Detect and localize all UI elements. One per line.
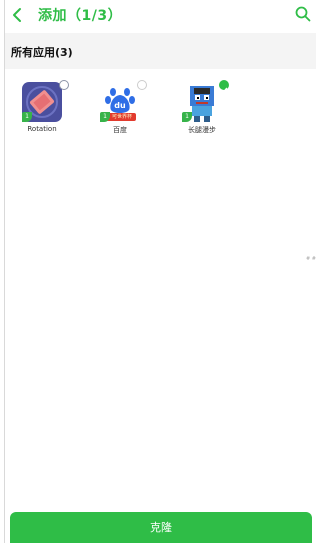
chevron-left-icon [13, 8, 21, 22]
check-icon [220, 87, 228, 93]
page-title: 添加（1/3） [38, 8, 123, 24]
selected-check[interactable] [219, 80, 229, 93]
app-label: 百度 [113, 126, 127, 134]
select-checkbox[interactable] [137, 80, 147, 90]
back-button[interactable] [9, 6, 27, 24]
svg-text:du: du [114, 101, 126, 110]
search-button[interactable] [295, 6, 311, 22]
search-icon [295, 6, 311, 22]
promo-label: 可世界杯 [111, 114, 132, 120]
app-item-rotation[interactable]: 1 Rotation [16, 80, 69, 142]
section-header: 所有应用(3) [5, 33, 316, 69]
app-item-baidu[interactable]: du 可世界杯 1 百度 [94, 80, 147, 142]
clone-button[interactable]: 克隆 [10, 512, 312, 543]
header: 添加（1/3） [0, 0, 316, 30]
section-title: 所有应用(3) [11, 46, 73, 59]
app-label: 长腿漫步 [188, 126, 216, 134]
app-item-long-legs[interactable]: 1 长腿漫步 [176, 80, 229, 142]
select-checkbox[interactable] [59, 80, 69, 90]
app-label: Rotation [27, 125, 57, 133]
edge-marks: # # [306, 256, 316, 262]
left-edge-divider [4, 0, 5, 543]
